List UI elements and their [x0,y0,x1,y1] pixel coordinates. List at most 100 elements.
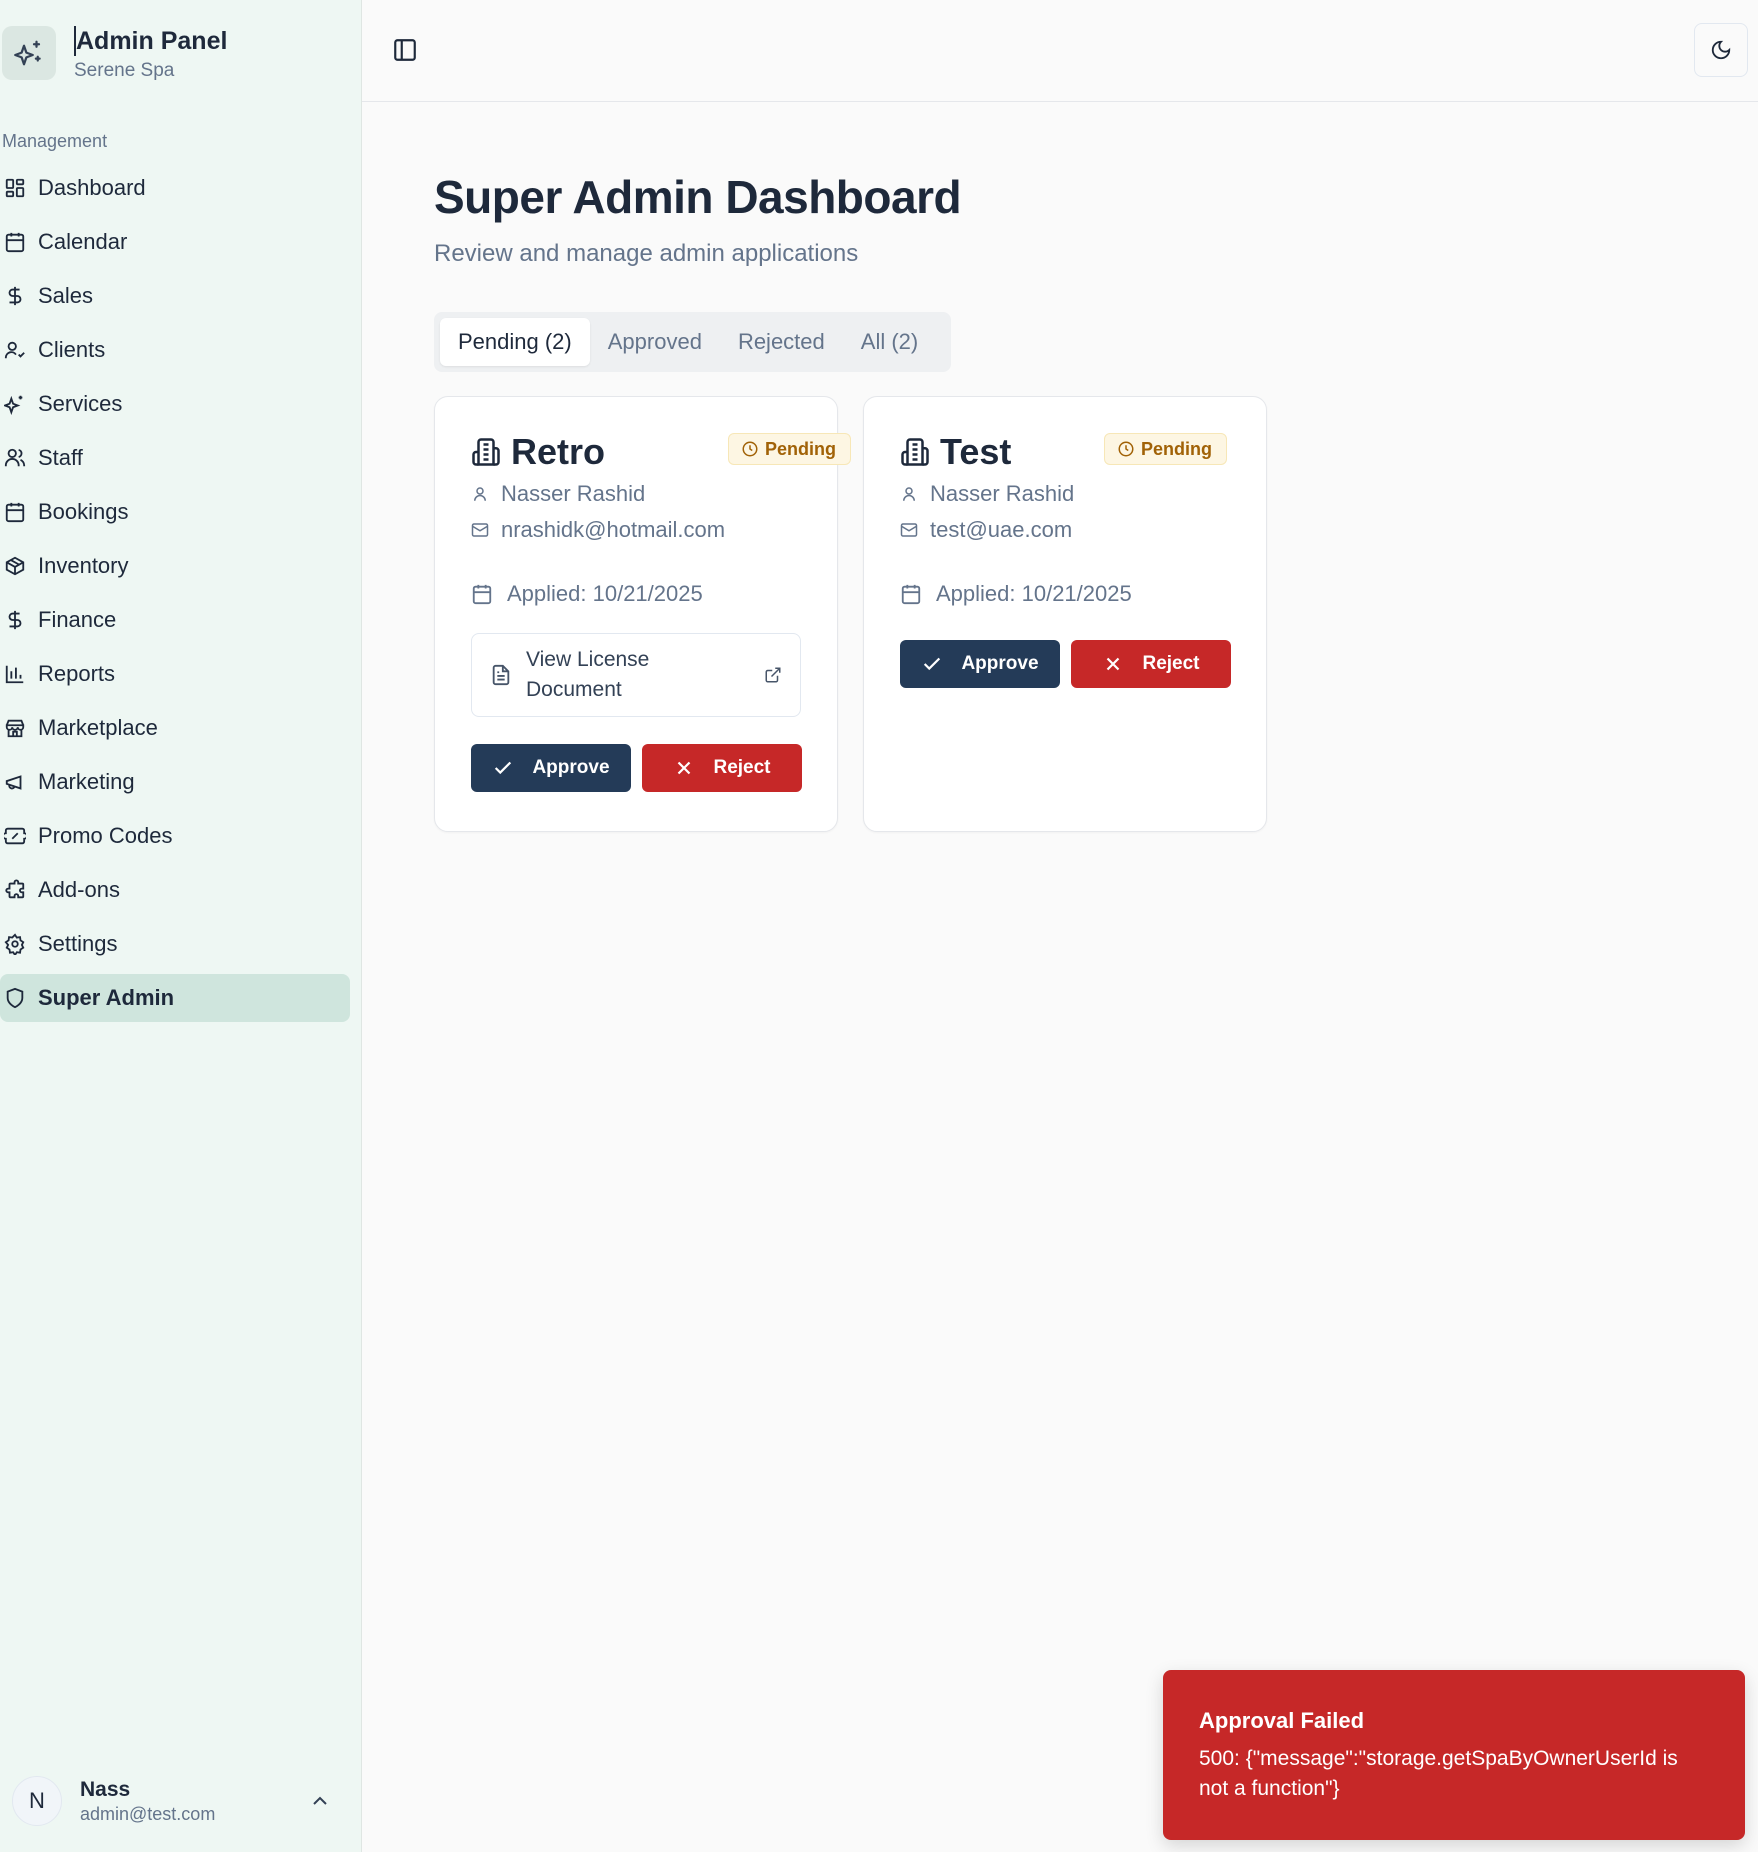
store-icon [4,717,26,739]
email-row: nrashidk@hotmail.com [471,517,725,543]
user-name: Nass [80,1777,131,1801]
sidebar-item-finance[interactable]: Finance [0,596,350,644]
layout-grid-icon [4,177,26,199]
tab-rejected[interactable]: Rejected [720,318,843,366]
sidebar-item-reports[interactable]: Reports [0,650,350,698]
page-subtitle: Review and manage admin applications [434,240,859,267]
sidebar-item-label: Staff [38,445,83,470]
sidebar-item-label: Reports [38,661,116,686]
close-icon [1102,653,1124,675]
close-icon [673,757,695,779]
sidebar-item-marketplace[interactable]: Marketplace [0,704,350,752]
theme-toggle-button[interactable] [1694,23,1748,77]
calendar-icon [471,583,493,605]
sidebar-item-sales[interactable]: Sales [0,272,350,320]
calendar-icon [900,583,922,605]
application-card: Test Pending Nasser Rashid test@uae.com … [863,396,1267,832]
sidebar-item-clients[interactable]: Clients [0,326,350,374]
megaphone-icon [4,771,26,793]
user-menu[interactable]: N Nass admin@test.com [12,1776,332,1826]
sidebar-item-settings[interactable]: Settings [0,920,350,968]
toast-title: Approval Failed [1199,1708,1365,1733]
sidebar-item-label: Dashboard [38,175,146,200]
brand-title: Admin Panel [74,26,228,56]
sidebar-item-promo-codes[interactable]: Promo Codes [0,812,350,860]
nav-group-label: Management [2,131,108,151]
user-check-icon [4,339,26,361]
mail-icon [900,521,918,539]
status-tabs: Pending (2) Approved Rejected All (2) [434,312,951,372]
status-badge-label: Pending [1141,438,1212,459]
sidebar-item-super-admin[interactable]: Super Admin [0,974,350,1022]
sidebar-toggle-icon[interactable] [392,37,418,63]
sparkles-icon [4,393,26,415]
sidebar-item-inventory[interactable]: Inventory [0,542,350,590]
check-icon [492,757,514,779]
owner-name: Nasser Rashid [501,481,646,506]
file-text-icon [490,664,512,686]
user-icon [471,485,489,503]
applied-date: Applied: 10/21/2025 [507,581,703,606]
bar-chart-icon [4,663,26,685]
sidebar-item-bookings[interactable]: Bookings [0,488,350,536]
users-icon [4,447,26,469]
sidebar-item-label: Inventory [38,553,129,578]
approve-button[interactable]: Approve [900,640,1060,688]
sidebar-item-label: Super Admin [38,985,175,1010]
sidebar-item-dashboard[interactable]: Dashboard [0,164,350,212]
status-badge: Pending [1104,433,1227,465]
owner-name: Nasser Rashid [930,481,1075,506]
building-icon [471,437,501,467]
clock-icon [741,440,759,458]
calendar-icon [4,231,26,253]
application-name: Retro [511,431,606,472]
sidebar-item-label: Services [38,391,123,416]
sidebar-item-label: Clients [38,337,106,362]
top-bar [362,0,1758,102]
reject-label: Reject [713,757,771,778]
applied-date: Applied: 10/21/2025 [936,581,1132,606]
package-icon [4,555,26,577]
external-link-icon [764,666,782,684]
sidebar-nav: Dashboard Calendar Sales Clients Service… [0,164,350,1028]
dollar-icon [4,609,26,631]
sidebar-item-staff[interactable]: Staff [0,434,350,482]
reject-button[interactable]: Reject [1071,640,1231,688]
sparkles-icon [2,26,56,80]
sidebar-item-services[interactable]: Services [0,380,350,428]
dollar-icon [4,285,26,307]
sidebar-item-add-ons[interactable]: Add-ons [0,866,350,914]
brand-subtitle: Serene Spa [74,60,175,81]
approve-label: Approve [532,757,610,778]
check-icon [921,653,943,675]
application-name: Test [940,431,1012,472]
tab-all[interactable]: All (2) [843,318,936,366]
user-email: admin@test.com [80,1803,216,1824]
view-license-label: View License Document [526,648,650,701]
owner-row: Nasser Rashid [471,481,645,507]
tab-approved[interactable]: Approved [590,318,720,366]
error-toast[interactable]: Approval Failed 500: {"message":"storage… [1163,1670,1745,1840]
application-card: Retro Pending Nasser Rashid nrashidk@hot… [434,396,851,832]
owner-row: Nasser Rashid [900,481,1074,507]
sidebar-item-label: Calendar [38,229,128,254]
sidebar-item-marketing[interactable]: Marketing [0,758,350,806]
user-icon [900,485,918,503]
tab-pending[interactable]: Pending (2) [440,318,590,366]
moon-icon [1710,39,1732,61]
building-icon [900,437,930,467]
sidebar-item-label: Marketplace [38,715,158,740]
sidebar: Admin Panel Serene Spa Management Dashbo… [0,0,362,1852]
toast-message: 500: {"message":"storage.getSpaByOwnerUs… [1199,1747,1678,1800]
sidebar-item-label: Promo Codes [38,823,173,848]
ticket-icon [4,825,26,847]
email-row: test@uae.com [900,517,1072,543]
view-license-button[interactable]: View License Document [471,633,801,717]
sidebar-item-label: Finance [38,607,117,632]
puzzle-icon [4,879,26,901]
sidebar-item-calendar[interactable]: Calendar [0,218,350,266]
chevron-up-icon[interactable] [308,1789,332,1813]
reject-button[interactable]: Reject [642,744,802,792]
approve-button[interactable]: Approve [471,744,631,792]
reject-label: Reject [1142,653,1200,674]
